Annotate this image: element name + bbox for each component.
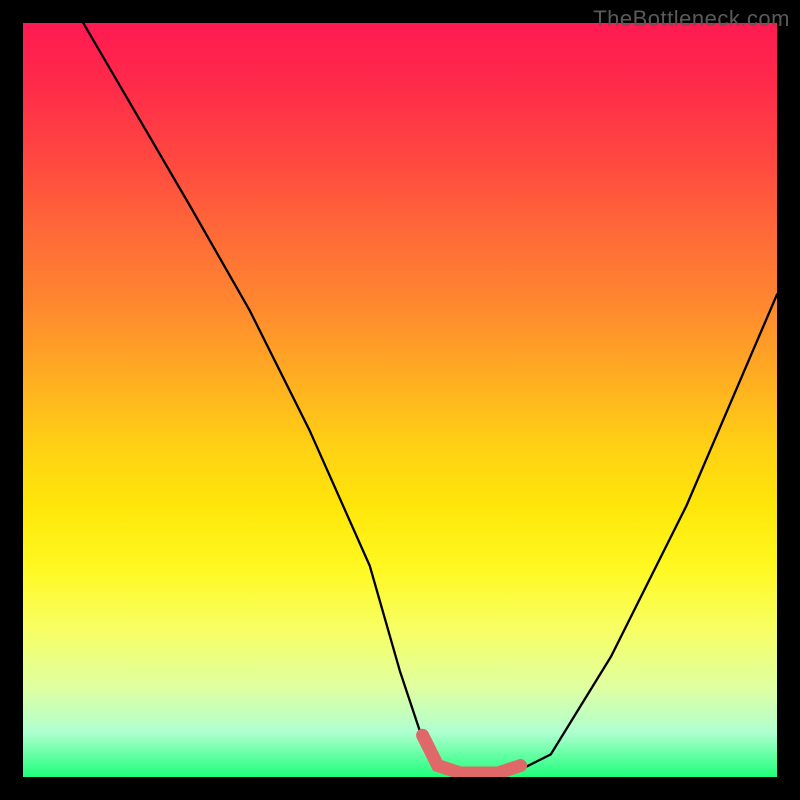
trough-marker	[423, 735, 521, 773]
bottleneck-curve	[83, 23, 777, 777]
plot-area	[23, 23, 777, 777]
curve-svg	[23, 23, 777, 777]
watermark-text: TheBottleneck.com	[593, 6, 790, 32]
